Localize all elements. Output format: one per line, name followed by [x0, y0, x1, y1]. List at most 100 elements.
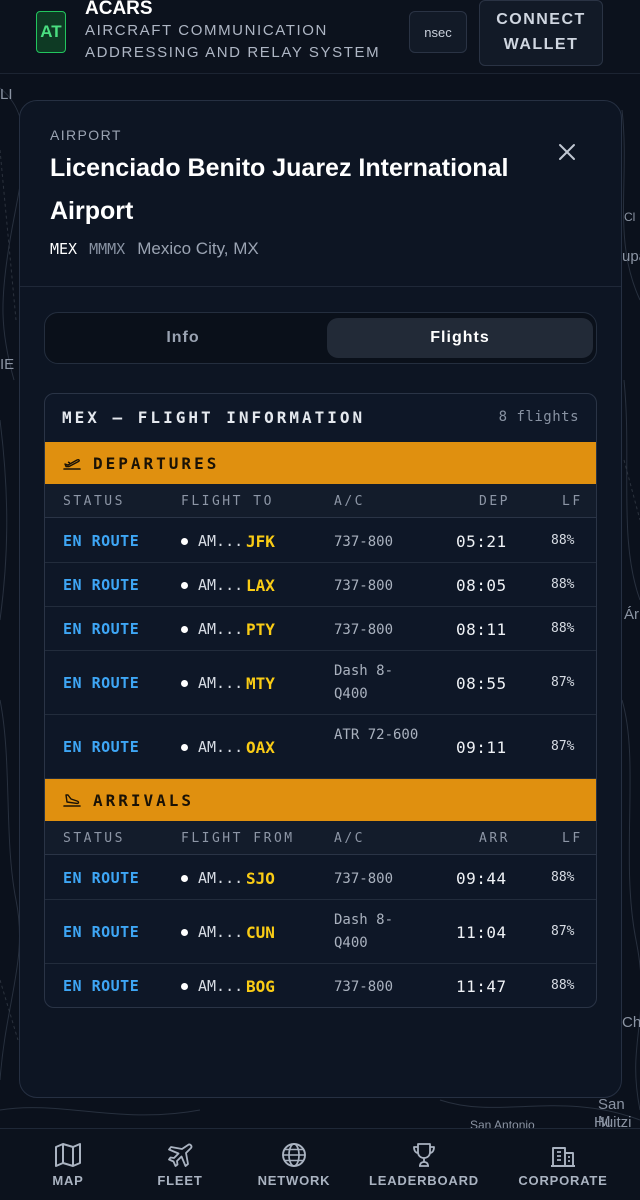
status-dot	[181, 538, 188, 545]
airport-city: Mexico City, MX	[137, 239, 259, 258]
flight-number: AM...	[198, 738, 244, 756]
connect-wallet-button[interactable]: CONNECT WALLET	[479, 0, 603, 66]
nav-label: CORPORATE	[518, 1173, 608, 1188]
column-aircraft: A/C	[334, 494, 365, 509]
flight-status: EN ROUTE	[63, 532, 140, 550]
flight-airport: CUN	[246, 923, 275, 942]
column-flight: FLIGHT TO	[181, 494, 274, 509]
board-header: MEX — FLIGHT INFORMATION 8 flights	[45, 394, 596, 441]
flight-time: 08:55	[456, 674, 507, 693]
load-factor: 88%	[551, 978, 575, 993]
arrivals-label: ARRIVALS	[93, 790, 195, 810]
flight-status: EN ROUTE	[63, 674, 140, 692]
divider	[20, 286, 621, 287]
arrivals-column-header: STATUS FLIGHT FROM A/C ARR LF	[45, 821, 596, 855]
flight-airport: JFK	[246, 532, 275, 551]
status-dot	[181, 744, 188, 751]
aircraft-type: 737-800	[334, 871, 394, 887]
flight-status: EN ROUTE	[63, 869, 140, 887]
flight-status: EN ROUTE	[63, 923, 140, 941]
column-aircraft: A/C	[334, 831, 365, 846]
nav-leaderboard[interactable]: LEADERBOARD	[366, 1129, 482, 1200]
aircraft-type: ATR 72-600	[334, 727, 419, 743]
map-label: upa	[622, 248, 640, 265]
nav-map[interactable]: MAP	[28, 1129, 108, 1200]
status-dot	[181, 626, 188, 633]
flight-time: 09:11	[456, 738, 507, 757]
tab-flights[interactable]: Flights	[327, 318, 593, 358]
tab-bar: Info Flights	[44, 312, 597, 364]
nav-corporate[interactable]: CORPORATE	[508, 1129, 618, 1200]
departures-column-header: STATUS FLIGHT TO A/C DEP LF	[45, 484, 596, 518]
load-factor: 87%	[551, 924, 575, 939]
flight-status: EN ROUTE	[63, 738, 140, 756]
flight-airport: OAX	[246, 738, 275, 757]
flight-airport: MTY	[246, 674, 275, 693]
column-flight: FLIGHT FROM	[181, 831, 295, 846]
airport-icao: MMMX	[89, 240, 126, 258]
flight-row[interactable]: EN ROUTE AM... MTY Dash 8-Q400 08:55 87%	[45, 651, 596, 715]
flight-airport: PTY	[246, 620, 275, 639]
airport-name: Licenciado Benito Juarez International A…	[50, 154, 509, 225]
status-dot	[181, 582, 188, 589]
flight-number: AM...	[198, 674, 244, 692]
tab-info[interactable]: Info	[50, 318, 316, 358]
flight-number: AM...	[198, 869, 244, 887]
aircraft-type: Dash 8-Q400	[334, 663, 394, 702]
flight-row[interactable]: EN ROUTE AM... SJO 737-800 09:44 88%	[45, 856, 596, 900]
nav-label: LEADERBOARD	[369, 1173, 479, 1188]
arrivals-header: ARRIVALS	[45, 779, 596, 821]
flight-number: AM...	[198, 977, 244, 995]
top-bar: AT ACARS AIRCRAFT COMMUNICATION ADDRESSI…	[0, 0, 640, 74]
load-factor: 88%	[551, 577, 575, 592]
nav-network[interactable]: NETWORK	[248, 1129, 340, 1200]
column-status: STATUS	[63, 831, 125, 846]
column-time: ARR	[479, 831, 510, 846]
panel-eyebrow: AIRPORT	[50, 127, 122, 143]
flight-row[interactable]: EN ROUTE AM... BOG 737-800 11:47 88%	[45, 964, 596, 1007]
flight-status: EN ROUTE	[63, 977, 140, 995]
aircraft-type: 737-800	[334, 578, 394, 594]
plane-icon	[168, 1143, 193, 1167]
column-time: DEP	[479, 494, 510, 509]
flight-number: AM...	[198, 620, 244, 638]
load-factor: 87%	[551, 675, 575, 690]
app-logo[interactable]: AT	[36, 11, 66, 53]
flight-airport: LAX	[246, 576, 275, 595]
map-label: Ch	[622, 1014, 640, 1031]
flight-board: MEX — FLIGHT INFORMATION 8 flights DEPAR…	[44, 393, 597, 1008]
bottom-nav: MAP FLEET NETWORK LEADERBOARD CORPORATE	[0, 1128, 640, 1200]
map-label: Cl	[624, 210, 636, 224]
app-subtitle: AIRCRAFT COMMUNICATION ADDRESSING AND RE…	[85, 22, 381, 61]
departures-label: DEPARTURES	[93, 453, 220, 473]
column-load-factor: LF	[562, 494, 583, 509]
flight-row[interactable]: EN ROUTE AM... PTY 737-800 08:11 88%	[45, 607, 596, 651]
departures-header: DEPARTURES	[45, 442, 596, 484]
flight-time: 11:47	[456, 977, 507, 996]
board-title: MEX — FLIGHT INFORMATION	[62, 408, 366, 427]
close-icon[interactable]	[558, 143, 576, 161]
nav-label: NETWORK	[257, 1173, 331, 1188]
flight-airport: BOG	[246, 977, 275, 996]
map-label: LI	[0, 86, 13, 103]
takeoff-icon	[63, 459, 81, 470]
load-factor: 88%	[551, 533, 575, 548]
flight-number: AM...	[198, 532, 244, 550]
status-dot	[181, 929, 188, 936]
load-factor: 88%	[551, 621, 575, 636]
building-icon	[551, 1147, 575, 1167]
aircraft-type: 737-800	[334, 979, 394, 995]
aircraft-type: 737-800	[334, 622, 394, 638]
close-button[interactable]	[552, 137, 582, 167]
flight-row[interactable]: EN ROUTE AM... CUN Dash 8-Q400 11:04 87%	[45, 900, 596, 964]
flight-row[interactable]: EN ROUTE AM... JFK 737-800 05:21 88%	[45, 519, 596, 563]
column-load-factor: LF	[562, 831, 583, 846]
column-status: STATUS	[63, 494, 125, 509]
nav-fleet[interactable]: FLEET	[140, 1129, 220, 1200]
flight-time: 08:05	[456, 576, 507, 595]
flight-row[interactable]: EN ROUTE AM... LAX 737-800 08:05 88%	[45, 563, 596, 607]
aircraft-type: Dash 8-Q400	[334, 912, 394, 951]
load-factor: 88%	[551, 870, 575, 885]
flight-row[interactable]: EN ROUTE AM... OAX ATR 72-600 09:11 87%	[45, 715, 596, 779]
nsec-button[interactable]: nsec	[409, 11, 467, 53]
